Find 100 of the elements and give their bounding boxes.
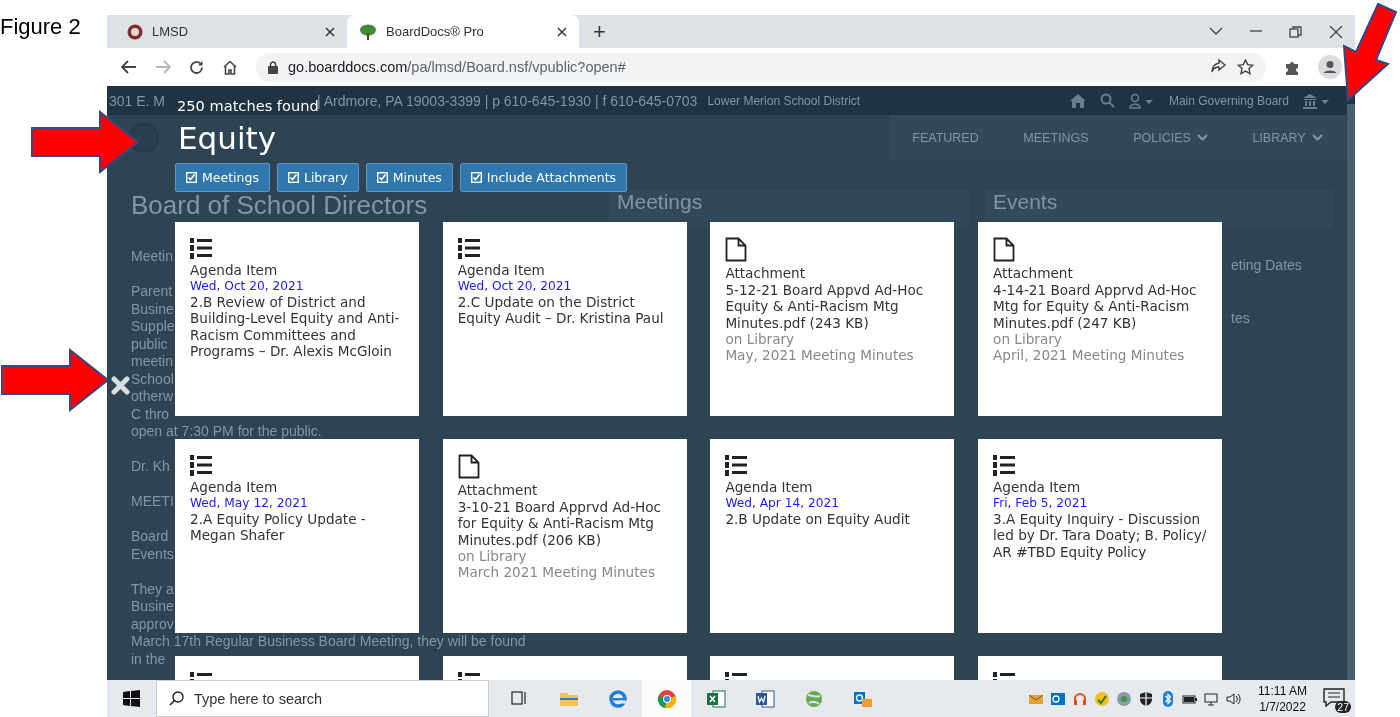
restore-icon[interactable]: [1289, 25, 1303, 38]
result-title: 2.A Equity Policy Update - Megan Shafer: [190, 510, 367, 544]
spreadsheet-icon[interactable]: [705, 688, 726, 709]
close-icon[interactable]: [325, 26, 335, 37]
body-text: public: [131, 335, 168, 353]
headset-icon[interactable]: [1072, 690, 1089, 707]
numbered-list-icon: [457, 237, 480, 259]
body-text: otherw: [131, 388, 174, 406]
result-type: Agenda Item: [190, 479, 279, 496]
new-tab-button[interactable]: +: [593, 18, 606, 45]
body-text: Board: [131, 528, 169, 546]
result-date: Wed, Apr 14, 2021: [725, 495, 840, 511]
body-text: C thro: [131, 405, 170, 423]
result-card[interactable]: Agenda Item Wed, Oct 20, 2021 2.B Review of District and Building-Level Equity and Anti-Racism Committees and Programs – Dr. Alexis McGloin: [175, 222, 419, 416]
body-text: open at 7:30 PM for the public.: [131, 423, 322, 441]
home-icon[interactable]: [222, 59, 238, 75]
result-meeting: May, 2021 Meeting Minutes: [725, 347, 915, 364]
account-icon[interactable]: [1318, 55, 1342, 79]
body-text: Events: [131, 545, 174, 563]
result-title: 5-12-21 Board Appvd Ad-Hoc Equity & Anti-Racism Mtg Minutes.pdf (243 KB): [725, 281, 925, 332]
body-text: meetin: [131, 353, 174, 371]
body-text: Busine: [131, 598, 174, 616]
body-text: Busine: [131, 300, 174, 318]
building-icon[interactable]: [1303, 92, 1331, 109]
address-bar[interactable]: go.boarddocs.com/pa/lmsd/Board.nsf/vpublic?open#: [256, 52, 1266, 82]
reload-icon[interactable]: [189, 59, 204, 75]
result-card[interactable]: Agenda Item Wed, May 12, 2021 2.A Equity Policy Update - Megan Shafer: [175, 439, 419, 633]
result-meeting: March 2021 Meeting Minutes: [457, 564, 656, 581]
share-icon[interactable]: [1210, 59, 1227, 75]
body-text: Dr. Kh: [131, 458, 170, 476]
address-text: 301 E. M: [109, 92, 166, 109]
numbered-list-icon: [725, 454, 748, 476]
result-type: Attachment: [457, 482, 539, 499]
result-card[interactable]: Attachment 3-10-21 Board Apprvd Ad-Hoc for Equity & Anti-Racism Mtg Minutes.pdf (206 KB) on Library March 2021 Meeting Minutes: [442, 439, 687, 633]
checked-box-icon: [186, 172, 197, 183]
result-title: 2.C Update on the District Equity Audit – Dr. Kristina Paul: [457, 293, 665, 327]
result-type: Agenda Item: [993, 479, 1082, 496]
seal-icon: [127, 23, 143, 40]
browser-tab[interactable]: LMSD: [115, 15, 347, 48]
close-icon[interactable]: [557, 26, 567, 37]
chevron-down-icon[interactable]: [1209, 25, 1223, 36]
body-text: They a: [131, 580, 174, 598]
result-card[interactable]: Attachment 5-12-21 Board Appvd Ad-Hoc Equity & Anti-Racism Mtg Minutes.pdf (243 KB) on Library May, 2021 Meeting Minutes: [710, 222, 955, 416]
result-date: Wed, Oct 20, 2021: [457, 278, 573, 294]
filter-toggle[interactable]: Library: [276, 163, 359, 192]
checked-box-icon: [470, 172, 482, 183]
filter-toggle[interactable]: Meetings: [175, 163, 270, 192]
mail-o-icon[interactable]: [1050, 690, 1067, 707]
user-menu-icon[interactable]: [1128, 92, 1155, 109]
shield-icon[interactable]: [1138, 690, 1155, 707]
filter-toggle[interactable]: Minutes: [365, 163, 453, 192]
result-card[interactable]: Agenda Item Fri, Feb 5, 2021 3.A Equity Inquiry - Discussion led by Dr. Tara Doaty; B. Policy/ AR #TBD Equity Policy: [978, 439, 1223, 633]
network-icon[interactable]: [1204, 690, 1221, 707]
document-icon: [993, 237, 1016, 262]
browser-e-icon[interactable]: [607, 688, 628, 709]
star-icon[interactable]: [1237, 59, 1254, 75]
result-title: 3-10-21 Board Apprvd Ad-Hoc for Equity & Anti-Racism Mtg Minutes.pdf (206 KB): [457, 498, 663, 549]
body-text: Supple: [131, 318, 175, 336]
tree-icon: [359, 23, 377, 40]
lock-icon: [268, 60, 278, 74]
body-text: March 17th Regular Business Board Meeting, they will be found: [131, 633, 526, 651]
document-icon: [725, 237, 748, 262]
result-location: on Library: [457, 548, 528, 565]
result-meeting: April, 2021 Meeting Minutes: [993, 347, 1186, 364]
result-date: Wed, Oct 20, 2021: [190, 278, 305, 294]
body-text: Meetin: [131, 248, 174, 266]
body-text: Parent: [131, 283, 173, 301]
numbered-list-icon: [993, 454, 1016, 476]
chrome-icon[interactable]: [656, 688, 677, 709]
checked-box-icon: [287, 172, 299, 183]
match-count: 250 matches found: [177, 97, 319, 115]
numbered-list-icon: [190, 237, 212, 259]
page-heading: Board of School Directors: [131, 190, 428, 220]
result-title: 2.B Update on Equity Audit: [725, 510, 911, 528]
document-w-icon[interactable]: [754, 688, 775, 709]
taskbar-search-field[interactable]: Type here to search: [156, 680, 489, 717]
search-icon: [169, 691, 184, 706]
close-icon[interactable]: [1329, 25, 1343, 38]
body-text: approv: [131, 615, 174, 633]
search-icon[interactable]: [1099, 93, 1115, 108]
notification-count: 27: [1335, 700, 1351, 713]
body-text: School: [131, 370, 174, 388]
board-selector[interactable]: Main Governing Board: [1168, 93, 1289, 108]
speaker-icon[interactable]: [1226, 690, 1243, 707]
back-arrow-icon[interactable]: [121, 60, 137, 74]
result-card[interactable]: Attachment 4-14-21 Board Apprvd Ad-Hoc Mtg for Equity & Anti-Racism Minutes.pdf (247 KB) on Library April, 2021 Meeting Minutes: [978, 222, 1223, 416]
filter-toggle[interactable]: Include Attachments: [459, 163, 628, 192]
result-card[interactable]: Agenda Item Wed, Apr 14, 2021 2.B Update on Equity Audit: [710, 439, 955, 633]
figure-label: Figure 2: [0, 14, 81, 40]
puzzle-icon[interactable]: [1284, 59, 1300, 75]
result-date: Fri, Feb 5, 2021: [993, 495, 1089, 511]
browser-tab[interactable]: BoardDocs® Pro: [347, 15, 579, 48]
result-type: Attachment: [993, 265, 1074, 282]
scrollbar[interactable]: [1347, 104, 1355, 680]
result-card[interactable]: Agenda Item Wed, Oct 20, 2021 2.C Update on the District Equity Audit – Dr. Kristina Paul: [442, 222, 687, 416]
taskbar-clock[interactable]: 11:11 AM 1/7/2022: [1258, 682, 1307, 715]
body-text: MEETI: [131, 493, 174, 511]
result-type: Agenda Item: [190, 262, 279, 279]
windows-start-icon[interactable]: [123, 690, 140, 707]
search-query: Equity: [178, 119, 277, 158]
